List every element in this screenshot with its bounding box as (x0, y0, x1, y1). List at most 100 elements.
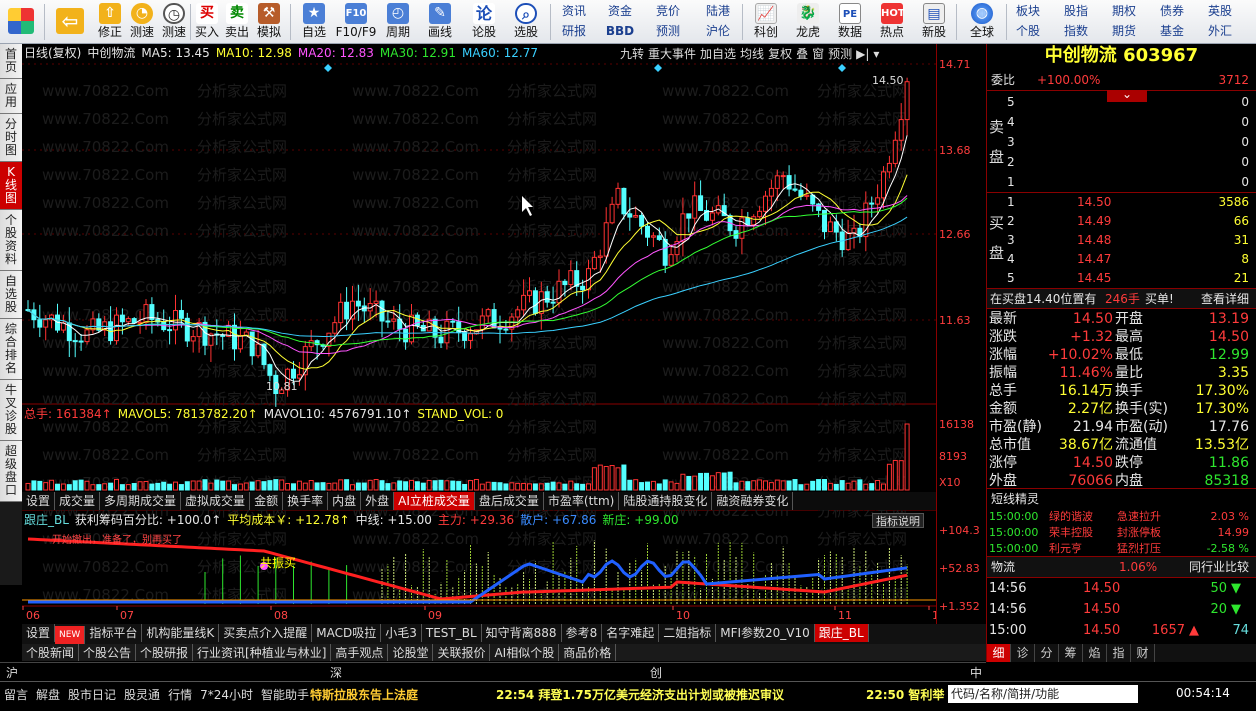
data-button[interactable]: PE 数据 (830, 0, 870, 43)
side-tab-3[interactable]: K线图 (0, 162, 22, 210)
panel-tab-0[interactable]: 细 (987, 644, 1011, 662)
volume-tab-5[interactable]: 换手率 (283, 492, 329, 510)
speed-test-button[interactable]: ◔ 测速 (126, 0, 158, 43)
dragon-tiger-button[interactable]: 🐉 龙虎 (786, 0, 830, 43)
side-tab-7[interactable]: 牛叉诊股 (0, 380, 22, 441)
link-shlondon[interactable]: 沪伦 (698, 22, 738, 40)
indicator-tab-6[interactable]: 小毛3 (381, 624, 422, 642)
volume-tab-12[interactable]: 融资融券变化 (712, 492, 794, 510)
f10-button[interactable]: F10 F10/F9 (334, 0, 378, 43)
side-tab-6[interactable]: 综合排名 (0, 319, 22, 380)
panel-tab-4[interactable]: 焰 (1083, 644, 1107, 662)
news-ticker-1[interactable]: 特斯拉股东告上法庭 (310, 686, 418, 703)
side-tab-1[interactable]: 应用 (0, 79, 22, 114)
kline-tool-6[interactable]: 窗 (812, 47, 824, 61)
kline-tool-3[interactable]: 均线 (740, 47, 764, 61)
volume-tab-4[interactable]: 金额 (250, 492, 284, 510)
status-link-2[interactable]: 股市日记 (68, 688, 116, 702)
kline-tool-7[interactable]: 预测 (828, 47, 852, 61)
status-link-4[interactable]: 行情 (168, 688, 192, 702)
info-tab-3[interactable]: 行业资讯[种植业与林业] (193, 644, 332, 661)
back-button[interactable]: ⇦ (52, 0, 88, 43)
volume-tab-10[interactable]: 市盈率(ttm) (544, 492, 620, 510)
info-tab-8[interactable]: 商品价格 (559, 644, 617, 661)
link-auction[interactable]: 竞价 (648, 2, 688, 20)
link-forecast[interactable]: 预测 (648, 22, 688, 40)
panel-tab-6[interactable]: 财 (1131, 644, 1155, 662)
index-1[interactable]: 深 (330, 664, 342, 681)
buy-button[interactable]: 买 买入 (192, 0, 222, 43)
link-stocks[interactable]: 个股 (1008, 22, 1048, 40)
link-stockindex[interactable]: 股指 (1056, 2, 1096, 20)
link-bbd[interactable]: BBD (600, 22, 640, 40)
timer-button[interactable]: ◷ 测速 (158, 0, 190, 43)
panel-tab-1[interactable]: 诊 (1011, 644, 1035, 662)
volume-tab-6[interactable]: 内盘 (328, 492, 362, 510)
news-ticker-2[interactable]: 22:54 拜登1.75万亿美元经济支出计划或被推迟审议 (496, 686, 784, 703)
link-hk[interactable]: 陆港 (698, 2, 738, 20)
info-tab-5[interactable]: 论股堂 (388, 644, 434, 661)
period-button[interactable]: ◴ 周期 (378, 0, 418, 43)
volume-tab-0[interactable]: 设置 (22, 492, 56, 510)
indicator-tab-12[interactable]: MFI参数20_V10 (716, 624, 815, 642)
kline-tool-9[interactable]: ▾ (873, 47, 879, 61)
info-tab-1[interactable]: 个股公告 (79, 644, 137, 661)
kline-tool-0[interactable]: 九转 (620, 47, 644, 61)
status-link-6[interactable]: 智能助手 (261, 688, 309, 702)
link-news[interactable]: 资讯 (554, 2, 594, 20)
indicator-tab-2[interactable]: 指标平台 (85, 624, 143, 642)
link-funds2[interactable]: 基金 (1152, 22, 1192, 40)
indicator-tab-1[interactable]: NEW (55, 626, 86, 644)
watchlist-button[interactable]: ★ 自选 (294, 0, 334, 43)
indicator-tab-3[interactable]: 机构能量线K (142, 624, 220, 642)
kline-tool-2[interactable]: 加自选 (700, 47, 736, 61)
indicator-tab-8[interactable]: 知守背离888 (482, 624, 562, 642)
collapse-chevron-icon[interactable]: ⌄ (1107, 88, 1147, 102)
panel-tab-5[interactable]: 指 (1107, 644, 1131, 662)
indicator-tab-4[interactable]: 买卖点介入提醒 (219, 624, 313, 642)
home-button[interactable] (2, 0, 40, 43)
discuss-button[interactable]: 论 论股 (464, 0, 504, 43)
draw-line-button[interactable]: ✎ 画线 (420, 0, 460, 43)
info-tab-2[interactable]: 个股研报 (136, 644, 194, 661)
info-tab-7[interactable]: AI相似个股 (490, 644, 560, 661)
side-tab-5[interactable]: 自选股 (0, 271, 22, 319)
simulate-button[interactable]: ⚒ 模拟 (252, 0, 286, 43)
search-input[interactable]: 代码/名称/简拼/功能 (948, 685, 1138, 703)
index-2[interactable]: 创 (650, 664, 662, 681)
link-futures[interactable]: 期货 (1104, 22, 1144, 40)
kline-tool-5[interactable]: 叠 (796, 47, 808, 61)
volume-tab-1[interactable]: 成交量 (55, 492, 101, 510)
sell-button[interactable]: 卖 卖出 (222, 0, 252, 43)
kline-chart-area[interactable]: www.70822.Com 分析家公式网 www.70822.Com 分析家公式网 ww… (22, 44, 936, 624)
panel-tab-3[interactable]: 筹 (1059, 644, 1083, 662)
link-reports[interactable]: 研报 (554, 22, 594, 40)
stock-picker-button[interactable]: ⌕ 选股 (504, 0, 548, 43)
kline-tool-1[interactable]: 重大事件 (648, 47, 696, 61)
volume-tab-11[interactable]: 陆股通持股变化 (619, 492, 713, 510)
revise-button[interactable]: ⇧ 修正 (94, 0, 126, 43)
star-market-button[interactable]: 📈 科创 (746, 0, 786, 43)
news-ticker-3[interactable]: 22:50 智利举 (866, 686, 944, 703)
volume-tab-2[interactable]: 多周期成交量 (100, 492, 182, 510)
status-link-3[interactable]: 股灵通 (124, 688, 160, 702)
link-bonds[interactable]: 债券 (1152, 2, 1192, 20)
link-forex[interactable]: 外汇 (1200, 22, 1240, 40)
info-tab-6[interactable]: 关联报价 (433, 644, 491, 661)
side-tab-0[interactable]: 首页 (0, 44, 22, 79)
status-link-5[interactable]: 7*24小时 (200, 688, 253, 702)
indicator-tab-13[interactable]: 跟庄_BL (814, 624, 869, 642)
indicator-tab-10[interactable]: 名字难起 (602, 624, 660, 642)
indicator-tab-0[interactable]: 设置 (22, 624, 56, 642)
indicator-tab-11[interactable]: 二姐指标 (659, 624, 717, 642)
link-index[interactable]: 指数 (1056, 22, 1096, 40)
side-tab-2[interactable]: 分时图 (0, 114, 22, 162)
global-button[interactable]: ◍ 全球 (960, 0, 1004, 43)
info-tab-4[interactable]: 高手观点 (331, 644, 389, 661)
new-stock-button[interactable]: ▤ 新股 (914, 0, 954, 43)
panel-tab-2[interactable]: 分 (1035, 644, 1059, 662)
side-tab-8[interactable]: 超级盘口 (0, 441, 22, 502)
status-link-1[interactable]: 解盘 (36, 688, 60, 702)
indicator-tab-5[interactable]: MACD吸拉 (312, 624, 382, 642)
link-options[interactable]: 期权 (1104, 2, 1144, 20)
